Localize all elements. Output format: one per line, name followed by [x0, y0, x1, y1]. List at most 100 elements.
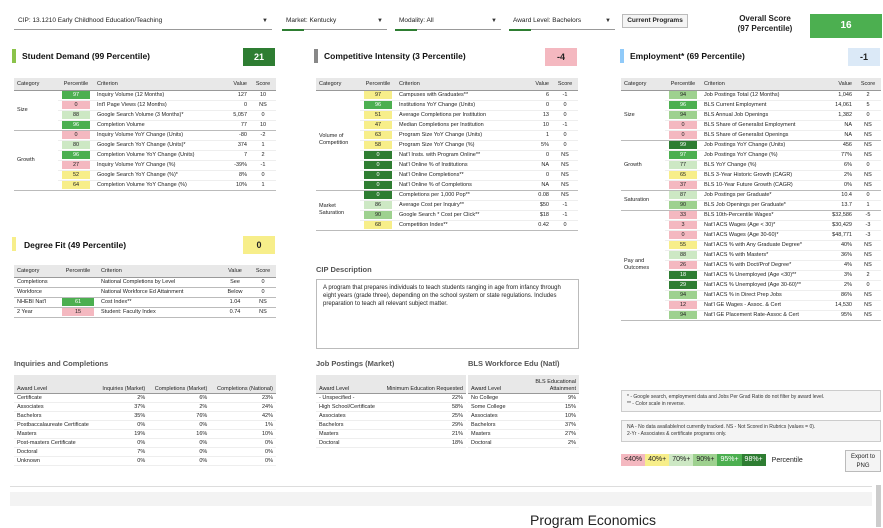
- value-cell: 0.08: [522, 190, 552, 201]
- criterion-cell: BLS 10-Year Future Growth (CAGR): [701, 180, 825, 191]
- value-cell: 0: [522, 170, 552, 181]
- value-cell: 0%: [148, 438, 211, 448]
- percentile-swatch: 33: [669, 211, 697, 219]
- criterion-cell: Cost Index**: [98, 297, 220, 308]
- value-cell: 37%: [96, 402, 149, 412]
- column-header: Value: [220, 265, 250, 278]
- percentile-cell: 15: [58, 307, 98, 318]
- value-cell: 95%: [825, 310, 855, 321]
- value-cell: 22%: [380, 393, 466, 403]
- award-dropdown[interactable]: Award Level: Bachelors ▼: [509, 12, 615, 31]
- percentile-cell: 0: [360, 150, 396, 161]
- criterion-cell: Nat'l ACS % with Masters*: [701, 250, 825, 261]
- value-cell: 8%: [220, 170, 250, 181]
- employment-score: -1: [848, 48, 880, 66]
- value-cell: $32,586: [825, 210, 855, 221]
- criterion-cell: Nat'l ACS Wages (Age 30-60)*: [701, 230, 825, 241]
- legend-swatch: 70%+: [669, 454, 694, 466]
- criterion-cell: Median Completions per Institution: [396, 120, 522, 131]
- percentile-swatch: 90: [364, 211, 392, 219]
- value-cell: 77%: [825, 150, 855, 161]
- market-dropdown[interactable]: Market: Kentucky ▼: [282, 12, 387, 31]
- award-level-cell: Certificate: [14, 393, 97, 403]
- value-cell: 21%: [380, 429, 466, 439]
- modality-dropdown[interactable]: Modality: All ▼: [395, 12, 501, 31]
- table-row: Volume of Competition 97 Campuses with Gra…: [316, 90, 578, 191]
- abbreviation-line: 2-Yr - Associates & certificate programs…: [627, 431, 727, 437]
- percentile-cell: 90: [665, 200, 701, 211]
- table-row: Bachelors 37%: [468, 420, 579, 430]
- value-cell: 0%: [96, 420, 149, 430]
- percentile-swatch: 88: [669, 251, 697, 259]
- percentile-cell: 55: [665, 240, 701, 251]
- percentile-swatch: 90: [669, 201, 697, 209]
- percentile-cell: 0: [665, 130, 701, 141]
- percentile-swatch: 86: [364, 201, 392, 209]
- table-row: Associates 25%: [316, 411, 466, 421]
- column-header: BLS Educational Attainment: [508, 375, 579, 394]
- percentile-swatch: 0: [62, 131, 90, 139]
- column-header: Criterion: [94, 78, 220, 91]
- criterion-cell: Completion Volume YoY Change (Units): [94, 150, 220, 161]
- value-cell: 10: [522, 120, 552, 131]
- category-cell: Volume of Competition: [316, 90, 360, 191]
- percentile-cell: 51: [360, 110, 396, 121]
- category-cell: Pay and Outcomes: [621, 210, 665, 321]
- employment-table: Category Percentile Criterion Value Score Siz…: [621, 78, 881, 321]
- student-demand-score: 21: [243, 48, 275, 66]
- percentile-swatch: 96: [669, 101, 697, 109]
- scrollbar-thumb[interactable]: [876, 485, 881, 527]
- table-header-row: Award Level BLS Educational Attainment: [468, 375, 579, 394]
- competitive-score: -4: [545, 48, 577, 66]
- value-cell: 0.42: [522, 220, 552, 231]
- value-cell: 15%: [508, 402, 579, 412]
- percentile-cell: 68: [360, 220, 396, 231]
- market-dropdown-value: Market: Kentucky: [286, 17, 337, 24]
- value-cell: 25%: [380, 411, 466, 421]
- score-cell: NS: [855, 310, 881, 321]
- value-cell: 456: [825, 140, 855, 151]
- percentile-swatch: 80: [62, 141, 90, 149]
- employment-title: Employment* (69 Percentile): [630, 51, 745, 61]
- percentile-swatch: 58: [364, 141, 392, 149]
- award-level-cell: No College: [468, 393, 509, 403]
- criterion-cell: National Completions by Level: [98, 277, 220, 288]
- score-cell: 0: [855, 280, 881, 291]
- employment-bar: [620, 49, 624, 63]
- criterion-cell: Nat'l ACS % Unemployed (Age <30)**: [701, 270, 825, 281]
- export-png-button[interactable]: Export to PNG: [845, 450, 881, 472]
- value-cell: 23%: [210, 393, 276, 403]
- chevron-down-icon: ▼: [377, 18, 383, 24]
- overall-score-label: Overall Score (97 Percentile): [725, 14, 805, 34]
- score-cell: 0: [552, 140, 578, 151]
- value-cell: 14,061: [825, 100, 855, 111]
- criterion-cell: Student: Faculty Index: [98, 307, 220, 318]
- table-row: Bachelors 29%: [316, 420, 466, 430]
- criterion-cell: Average Cost per Inquiry**: [396, 200, 522, 211]
- cip-dropdown[interactable]: CIP: 13.1210 Early Childhood Education/T…: [14, 12, 272, 30]
- award-level-cell: High School/Certificate: [316, 402, 381, 412]
- award-level-cell: Bachelors: [14, 411, 97, 421]
- value-cell: 3%: [825, 270, 855, 281]
- current-programs-button[interactable]: Current Programs: [622, 14, 688, 28]
- criterion-cell: BLS 10th-Percentile Wages*: [701, 210, 825, 221]
- score-cell: 0: [250, 110, 276, 121]
- score-cell: 0: [552, 110, 578, 121]
- score-cell: 0: [552, 220, 578, 231]
- value-cell: 1,382: [825, 110, 855, 121]
- percentile-swatch: 0: [669, 121, 697, 129]
- overall-score-value: 16: [810, 14, 882, 38]
- value-cell: 7: [220, 150, 250, 161]
- table-row: Market Saturation 0 Completions per 1,000 …: [316, 190, 578, 231]
- value-cell: 10%: [220, 180, 250, 191]
- table-row: High School/Certificate 58%: [316, 402, 466, 412]
- percentile-swatch: 37: [669, 181, 697, 189]
- criterion-cell: Int'l Page Views (12 Months): [94, 100, 220, 111]
- table-header-row: Award Level Inquiries (Market) Completions…: [14, 375, 276, 394]
- score-cell: -5: [855, 210, 881, 221]
- column-header: Category: [316, 78, 360, 91]
- percentile-cell: 0: [360, 170, 396, 181]
- score-cell: -3: [855, 220, 881, 231]
- column-header: Criterion: [701, 78, 825, 91]
- value-cell: 7%: [96, 447, 149, 457]
